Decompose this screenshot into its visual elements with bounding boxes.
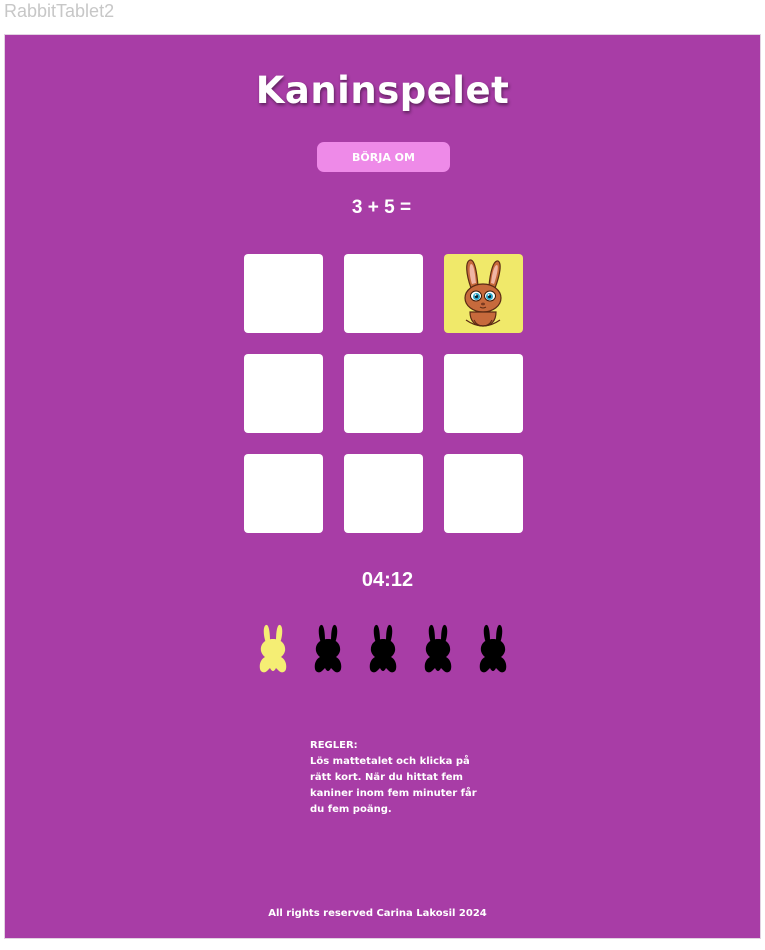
rabbit-missing-icon xyxy=(369,624,397,673)
rabbit-missing-icon xyxy=(314,624,342,673)
rules-body: Lös mattetalet och klicka på rätt kort. … xyxy=(310,756,477,815)
rabbit-progress xyxy=(257,623,509,675)
card-3[interactable] xyxy=(444,254,523,333)
card-grid xyxy=(244,254,524,533)
card-2[interactable] xyxy=(344,254,423,333)
game-screen: Kaninspelet BÖRJA OM 3 + 5 = 04:12 REGLE… xyxy=(4,34,761,939)
math-question: 3 + 5 = xyxy=(351,197,412,218)
footer-copyright: All rights reserved Carina Lakosil 2024 xyxy=(268,908,487,919)
game-title: Kaninspelet xyxy=(255,69,510,112)
countdown-timer: 04:12 xyxy=(361,569,414,591)
card-8[interactable] xyxy=(344,454,423,533)
card-4[interactable] xyxy=(244,354,323,433)
rabbit-character-icon xyxy=(464,259,502,327)
card-6[interactable] xyxy=(444,354,523,433)
restart-button[interactable]: BÖRJA OM xyxy=(317,142,450,172)
rabbit-missing-icon xyxy=(424,624,452,673)
rabbit-missing-icon xyxy=(479,624,507,673)
card-9[interactable] xyxy=(444,454,523,533)
window-title: RabbitTablet2 xyxy=(4,1,115,21)
card-1[interactable] xyxy=(244,254,323,333)
rules-heading: REGLER: xyxy=(310,740,358,751)
card-7[interactable] xyxy=(244,454,323,533)
card-5[interactable] xyxy=(344,354,423,433)
rabbit-found-icon xyxy=(259,624,287,673)
rules-text: REGLER: Lös mattetalet och klicka på rät… xyxy=(310,738,480,818)
